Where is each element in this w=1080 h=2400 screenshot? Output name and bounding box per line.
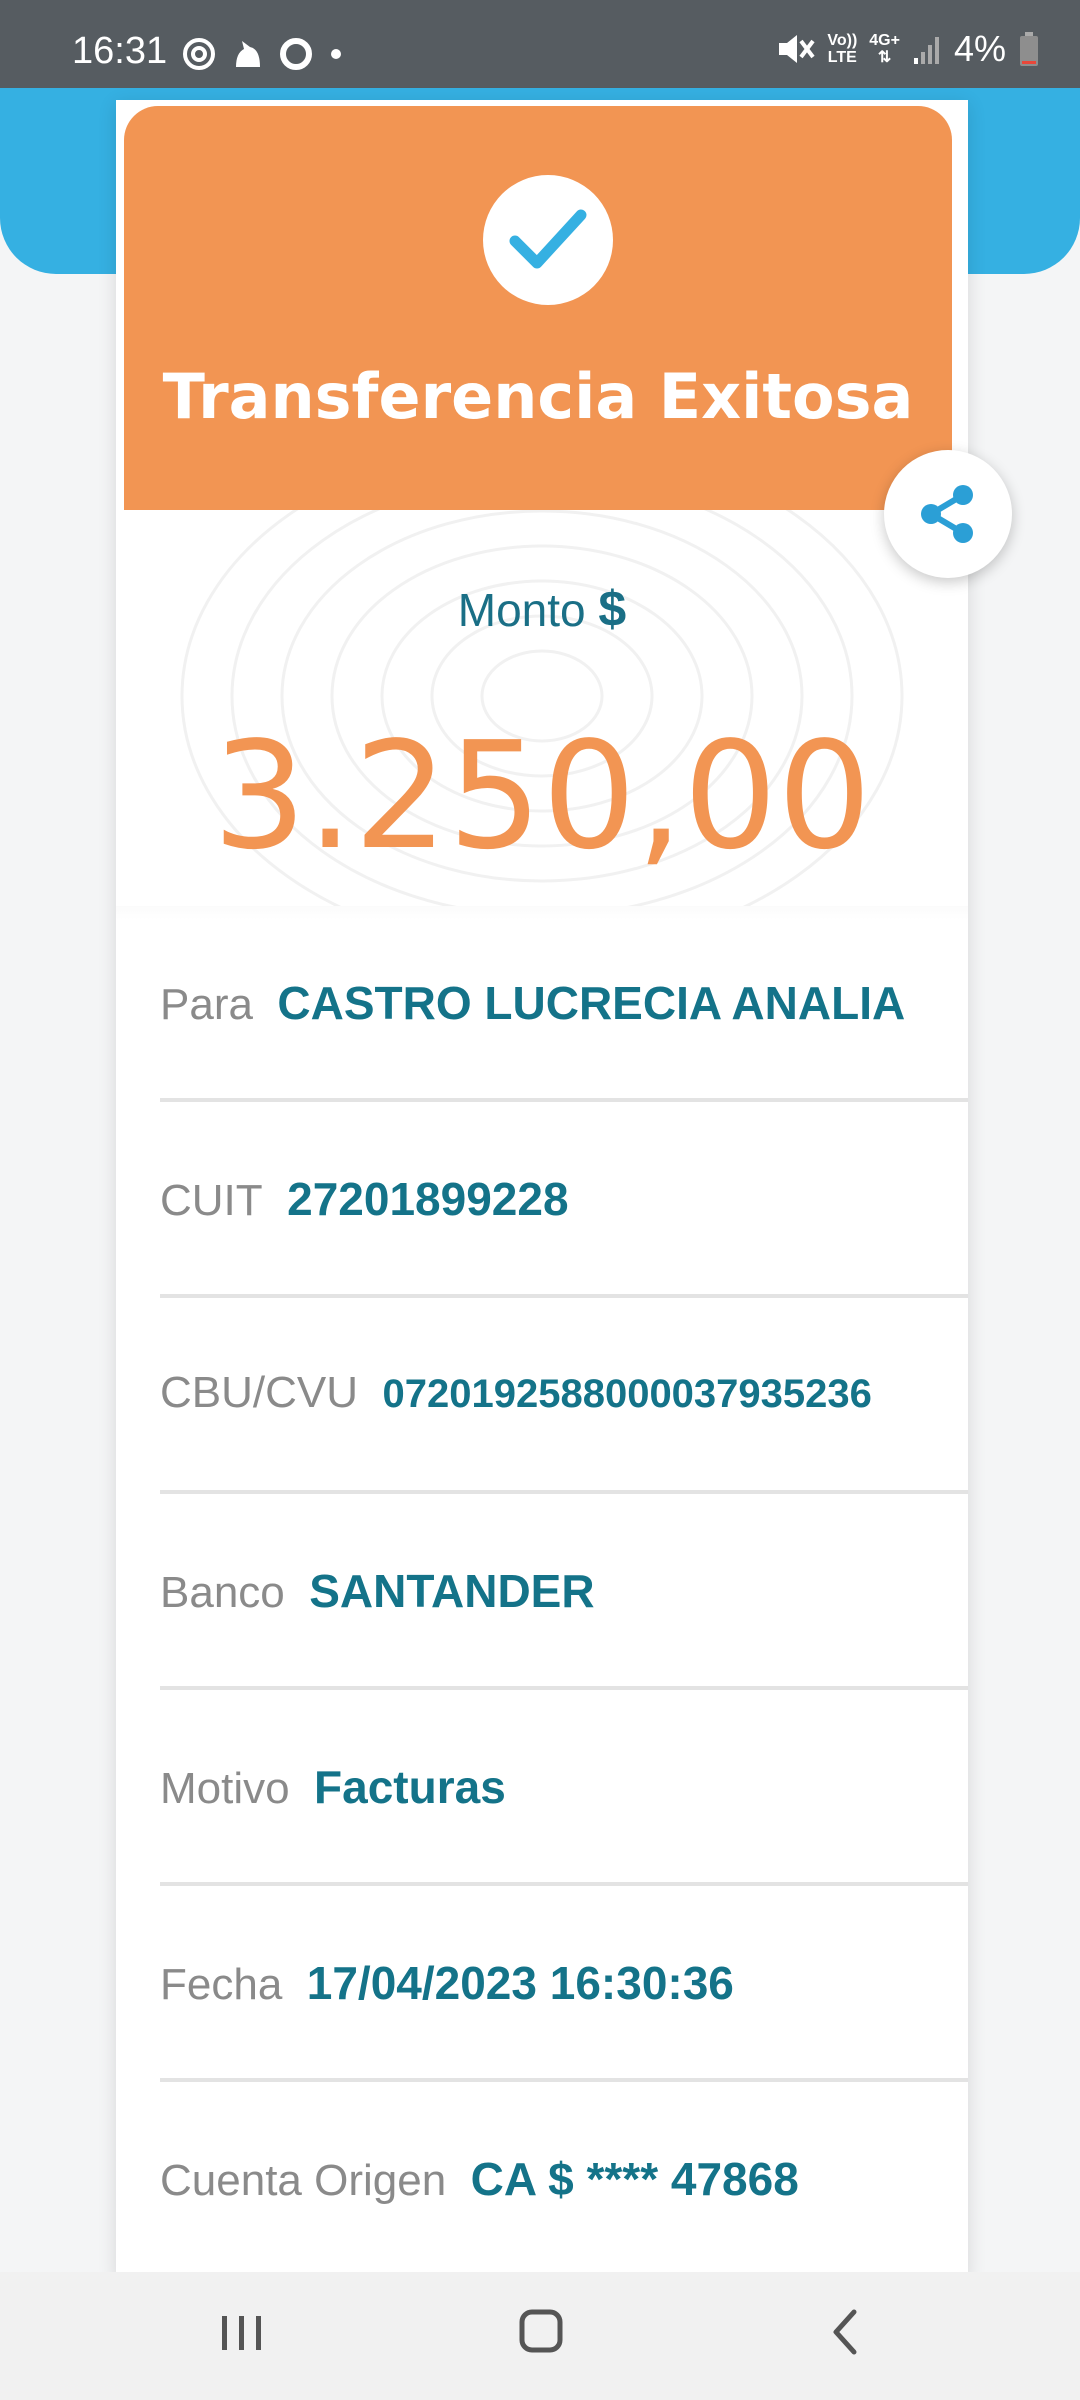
success-banner [118, 100, 958, 510]
data-arrows: ⇅ [877, 49, 892, 66]
detail-row-fecha: Fecha 17/04/2023 16:30:36 [160, 1886, 968, 2082]
status-left-icons [182, 36, 344, 72]
mute-icon [779, 35, 815, 63]
detail-label: CBU/CVU [160, 1368, 359, 1417]
detail-value: 27201899228 [287, 1173, 569, 1225]
amount-label-text: Monto [457, 584, 586, 636]
share-button[interactable] [884, 450, 1012, 578]
detail-row-cbu: CBU/CVU 0720192588000037935236 [160, 1298, 968, 1494]
detail-value: CA $ **** 47868 [470, 2153, 799, 2205]
battery-icon [1020, 32, 1038, 66]
status-time: 16:31 [72, 30, 168, 72]
recent-apps-icon [222, 2316, 261, 2350]
detail-value: 0720192588000037935236 [382, 1372, 872, 1416]
detail-row-cuenta-origen: Cuenta Origen CA $ **** 47868 [160, 2082, 968, 2278]
detail-row-banco: Banco SANTANDER [160, 1494, 968, 1690]
detail-row-line: Fecha 17/04/2023 16:30:36 [160, 1956, 734, 2010]
detail-value: SANTANDER [309, 1565, 595, 1617]
at-sign-icon [183, 38, 215, 70]
battery-percent: 4% [953, 28, 1006, 69]
status-bar: 16:31 Vo)) LTE 4G+ ⇅ 4% [0, 0, 1080, 88]
status-right-icons: Vo)) LTE 4G+ ⇅ 4% [775, 28, 1040, 70]
detail-value: Facturas [314, 1761, 506, 1813]
fox-icon [236, 41, 260, 67]
detail-row-line: Para CASTRO LUCRECIA ANALIA [160, 976, 905, 1030]
page-title: Transferencia Exitosa [162, 360, 914, 433]
home-button[interactable] [512, 2302, 572, 2367]
detail-row-motivo: Motivo Facturas [160, 1690, 968, 1886]
amount-label: Monto $ [116, 580, 968, 638]
detail-row-para: Para CASTRO LUCRECIA ANALIA [160, 906, 968, 1102]
detail-label: Cuenta Origen [160, 2156, 447, 2205]
volte-bottom: LTE [827, 49, 857, 66]
detail-label: Banco [160, 1568, 285, 1617]
detail-label: CUIT [160, 1176, 263, 1225]
detail-row-line: CUIT 27201899228 [160, 1172, 569, 1226]
detail-row-line: CBU/CVU 0720192588000037935236 [160, 1368, 872, 1418]
share-icon [921, 485, 973, 543]
amount-value: 3.250,00 [212, 710, 872, 882]
navigation-bar [0, 2272, 1080, 2400]
success-check [483, 175, 613, 305]
network-type: 4G+ ⇅ [869, 32, 900, 66]
back-button[interactable] [816, 2302, 876, 2367]
signal-icon [913, 37, 939, 64]
detail-label: Para [160, 980, 253, 1029]
ring-icon [280, 38, 312, 70]
back-icon [833, 2309, 857, 2355]
currency-symbol: $ [598, 581, 627, 637]
detail-row-cuit: CUIT 27201899228 [160, 1102, 968, 1298]
check-icon [509, 209, 587, 269]
network-type-label: 4G+ [869, 32, 900, 49]
detail-row-line: Motivo Facturas [160, 1760, 506, 1814]
dot-icon [331, 49, 341, 59]
detail-label: Motivo [160, 1764, 290, 1813]
detail-label: Fecha [160, 1960, 283, 2009]
detail-value: CASTRO LUCRECIA ANALIA [277, 977, 906, 1029]
recent-apps-button[interactable] [216, 2302, 268, 2367]
detail-value: 17/04/2023 16:30:36 [306, 1957, 734, 2009]
volte-top: Vo)) [827, 32, 858, 49]
volte-indicator: Vo)) LTE [827, 32, 857, 66]
detail-row-line: Banco SANTANDER [160, 1564, 595, 1618]
detail-row-line: Cuenta Origen CA $ **** 47868 [160, 2152, 799, 2206]
home-icon [519, 2309, 563, 2353]
